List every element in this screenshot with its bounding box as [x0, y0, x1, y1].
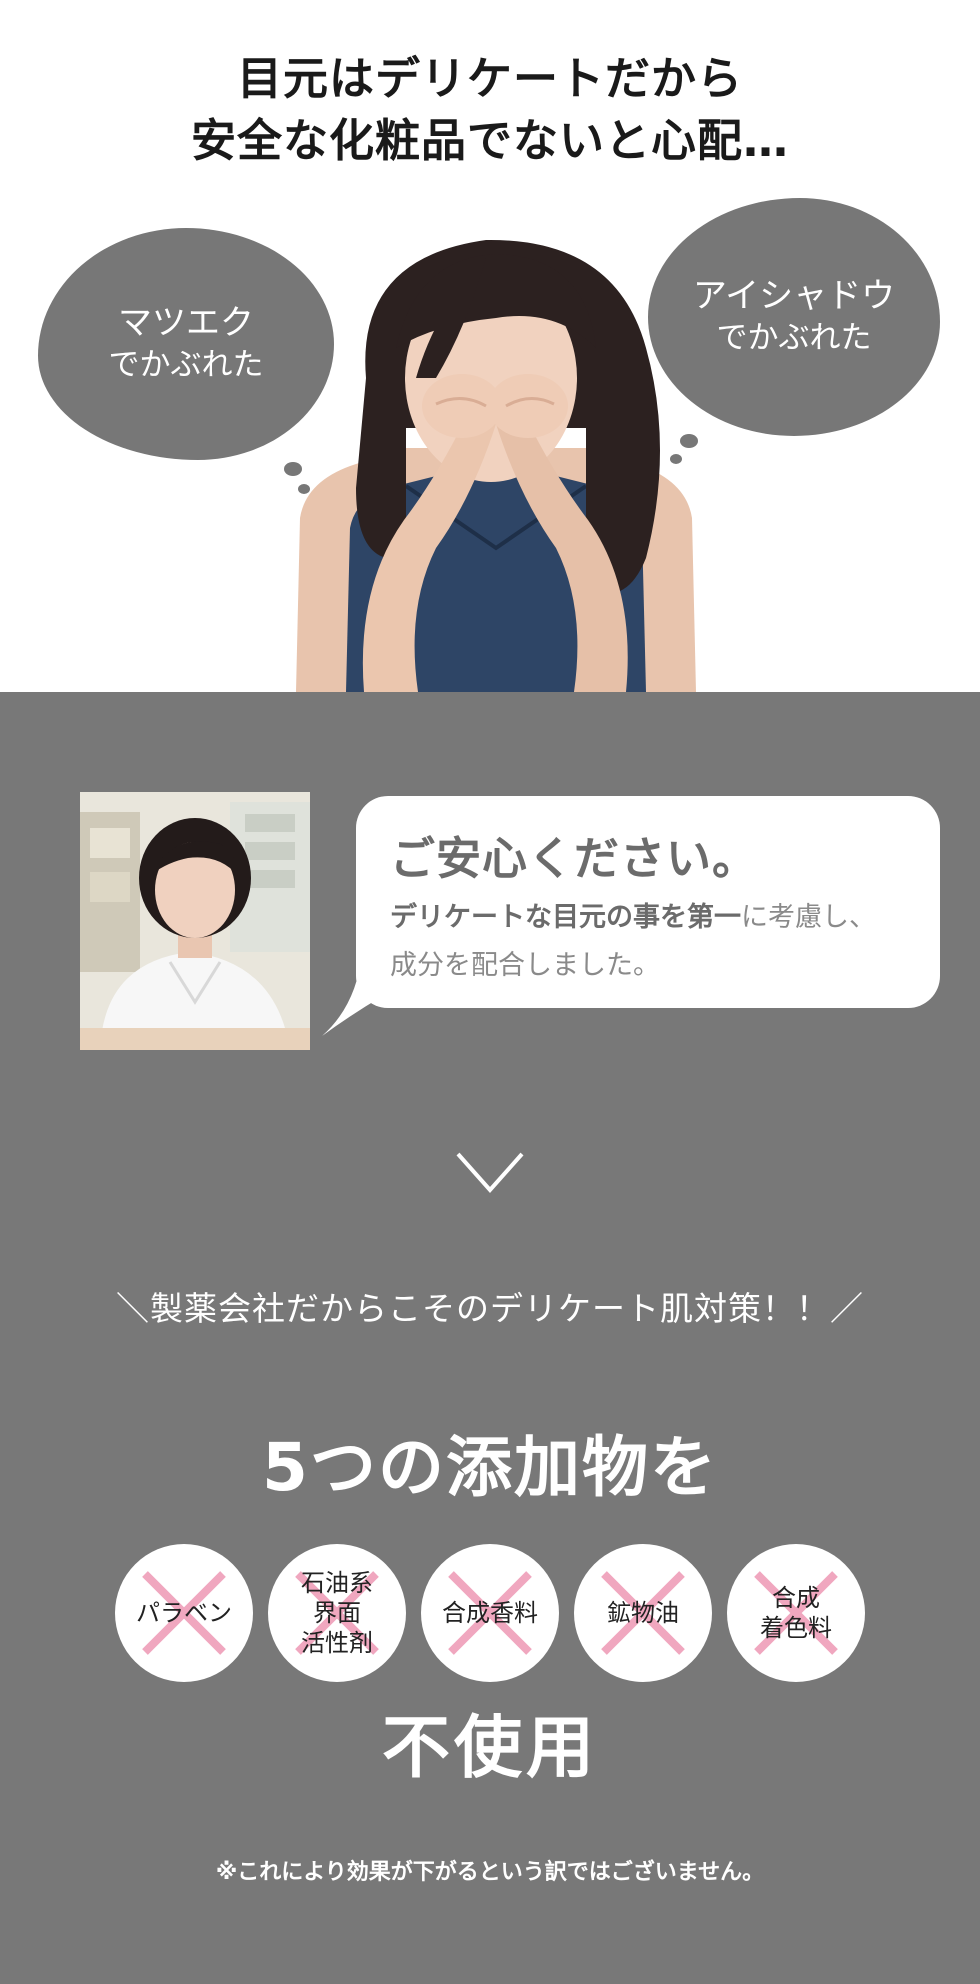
thought-bubble-right-line2: でかぶれた: [716, 320, 872, 356]
reassurance-section: ご安心ください。 デリケートな目元の事を第一に考慮し、 成分を配合しました。 ＼…: [0, 692, 980, 1984]
hero-section: 目元はデリケートだから 安全な化粧品でないと心配… マツエク でかぶれた アイシ…: [0, 0, 980, 692]
thought-bubble-right-line1: アイシャドウ: [692, 276, 896, 316]
additive-list: パラベン 石油系 界面 活性剤 合成香料 鉱物油 合成 着色料: [115, 1544, 875, 1684]
additive-item: 合成 着色料: [727, 1544, 865, 1682]
thought-bubble-left-line2: でかぶれた: [108, 347, 264, 383]
additive-label: 鉱物油: [607, 1599, 679, 1627]
additive-label: パラベン: [136, 1599, 232, 1627]
speech-body: デリケートな目元の事を第一に考慮し、 成分を配合しました。: [390, 894, 930, 990]
additive-label: 合成香料: [442, 1599, 538, 1627]
additive-label: 石油系 界面 活性剤: [301, 1569, 373, 1657]
additive-label: 合成 着色料: [760, 1584, 832, 1642]
additive-item: 鉱物油: [574, 1544, 712, 1682]
additive-item: 石油系 界面 活性剤: [268, 1544, 406, 1682]
pharmacist-image: [80, 792, 310, 1050]
speech-body-text: に考慮し、: [741, 902, 876, 933]
speech-body-line2: 成分を配合しました。: [390, 950, 660, 981]
not-used-heading: 不使用: [381, 1709, 598, 1788]
additive-item: 合成香料: [421, 1544, 559, 1682]
woman-rubbing-eyes-image: [296, 239, 696, 692]
speech-body-emphasis: デリケートな目元の事を第一: [390, 902, 741, 933]
speech-bubble: ご安心ください。 デリケートな目元の事を第一に考慮し、 成分を配合しました。: [356, 796, 940, 1008]
chevron-down-icon: [456, 1152, 524, 1194]
tagline: ＼製薬会社だからこそのデリケート肌対策！！／: [116, 1289, 864, 1328]
disclaimer-note: ※これにより効果が下がるという訳ではございません。: [215, 1860, 765, 1885]
page-title-line2: 安全な化粧品でないと心配…: [190, 114, 789, 167]
additives-heading: 5つの添加物を: [262, 1429, 718, 1506]
page-title: 目元はデリケートだから 安全な化粧品でないと心配…: [0, 48, 980, 172]
pharmacist-photo: [80, 792, 310, 1050]
speech-title: ご安心ください。: [390, 832, 759, 885]
page-title-line1: 目元はデリケートだから: [236, 52, 743, 105]
additive-item: パラベン: [115, 1544, 253, 1682]
thought-bubble-left-line1: マツエク: [118, 303, 254, 343]
